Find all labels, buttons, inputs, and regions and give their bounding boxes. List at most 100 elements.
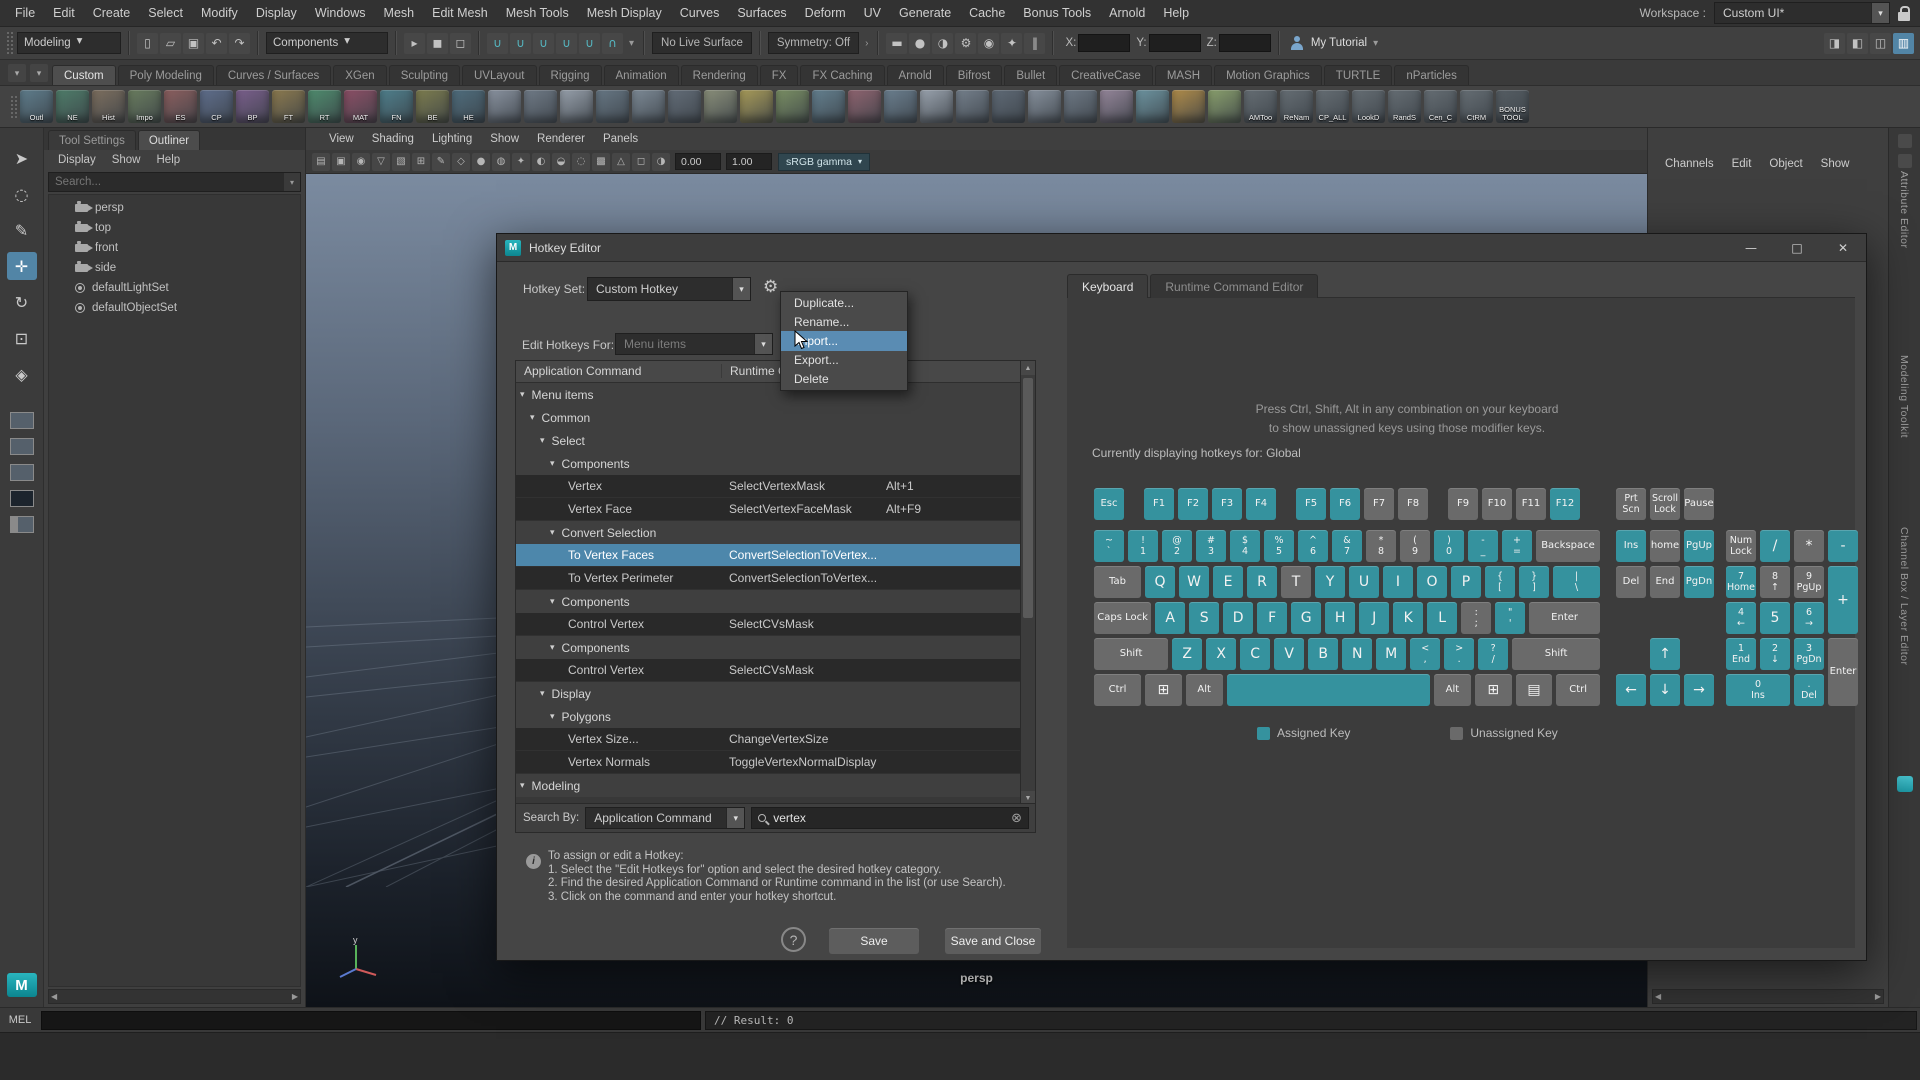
key-y[interactable]: Y bbox=[1315, 566, 1345, 598]
key-del[interactable]: Del bbox=[1616, 566, 1646, 598]
key-j[interactable]: J bbox=[1359, 602, 1389, 634]
expand-arrow-icon[interactable]: ▾ bbox=[550, 527, 555, 538]
select-tool[interactable]: ➤ bbox=[7, 144, 37, 172]
light-editor-icon[interactable]: ✦ bbox=[1001, 33, 1022, 54]
key-f5[interactable]: F5 bbox=[1296, 488, 1326, 520]
shelf-item-lookd[interactable]: LookD bbox=[1352, 90, 1385, 123]
menu-windows[interactable]: Windows bbox=[306, 0, 375, 27]
menu-edit[interactable]: Edit bbox=[44, 0, 84, 27]
shelf-item-fn[interactable]: FN bbox=[380, 90, 413, 123]
render-settings-icon[interactable]: ⚙ bbox=[955, 33, 976, 54]
shelf-item-icon[interactable] bbox=[632, 90, 665, 123]
key-item[interactable]: <, bbox=[1410, 638, 1440, 670]
use-all-lights-icon[interactable]: ✦ bbox=[512, 153, 530, 171]
search-input[interactable] bbox=[771, 810, 1006, 826]
layout-four-panes[interactable] bbox=[10, 490, 34, 507]
outliner-item-top[interactable]: top bbox=[49, 218, 300, 238]
open-scene-icon[interactable]: ▱ bbox=[160, 33, 181, 54]
shelf-tab-creativecase[interactable]: CreativeCase bbox=[1059, 65, 1153, 85]
multisample-aa-icon[interactable]: ▩ bbox=[592, 153, 610, 171]
shelf-item-icon[interactable] bbox=[1136, 90, 1169, 123]
maximize-button[interactable]: □ bbox=[1774, 234, 1820, 262]
scroll-right-icon[interactable]: ▶ bbox=[1875, 992, 1881, 1001]
menu-edit-mesh[interactable]: Edit Mesh bbox=[423, 0, 497, 27]
panel-tab-outliner[interactable]: Outliner bbox=[138, 130, 200, 150]
key-tab[interactable]: Tab bbox=[1094, 566, 1141, 598]
hotkey-row-to-vertex-perimeter[interactable]: To Vertex PerimeterConvertSelectionToVer… bbox=[516, 567, 1020, 590]
menu-modify[interactable]: Modify bbox=[192, 0, 247, 27]
shelf-item-renam[interactable]: ReNam bbox=[1280, 90, 1313, 123]
menu-create[interactable]: Create bbox=[84, 0, 140, 27]
key-num-lock[interactable]: NumLock bbox=[1726, 530, 1756, 562]
key-q[interactable]: Q bbox=[1145, 566, 1175, 598]
key-r[interactable]: R bbox=[1247, 566, 1277, 598]
key-4[interactable]: 4← bbox=[1726, 602, 1756, 634]
key-5[interactable]: 5 bbox=[1760, 602, 1790, 634]
key-s[interactable]: S bbox=[1189, 602, 1219, 634]
key-0[interactable]: )0 bbox=[1434, 530, 1464, 562]
channel-box-horizontal-scrollbar[interactable]: ◀ ▶ bbox=[1652, 989, 1884, 1004]
shelf-item-bp[interactable]: BP bbox=[236, 90, 269, 123]
textured-icon[interactable]: ◍ bbox=[492, 153, 510, 171]
key-end[interactable]: End bbox=[1650, 566, 1680, 598]
expand-arrow-icon[interactable]: ▾ bbox=[520, 780, 525, 791]
last-used-tool[interactable]: ◈ bbox=[7, 360, 37, 388]
shelf-tab-motion-graphics[interactable]: Motion Graphics bbox=[1214, 65, 1322, 85]
key-h[interactable]: H bbox=[1325, 602, 1355, 634]
rotate-tool[interactable]: ↻ bbox=[7, 288, 37, 316]
key-item[interactable]: → bbox=[1684, 674, 1714, 706]
shelf-item-icon[interactable] bbox=[1172, 90, 1205, 123]
shelf-tab-xgen[interactable]: XGen bbox=[333, 65, 386, 85]
show-channel-box-icon[interactable]: ◫ bbox=[1870, 33, 1891, 54]
key-menu[interactable]: ▤ bbox=[1516, 674, 1553, 706]
expand-arrow-icon[interactable]: ▾ bbox=[550, 458, 555, 469]
expand-arrow-icon[interactable]: ▾ bbox=[550, 711, 555, 722]
channel-box-menu-channels[interactable]: Channels bbox=[1656, 158, 1723, 170]
shelf-item-icon[interactable] bbox=[596, 90, 629, 123]
expand-arrow-icon[interactable]: ▾ bbox=[540, 435, 545, 446]
shelf-tab-nparticles[interactable]: nParticles bbox=[1394, 65, 1469, 85]
key-item[interactable]: :; bbox=[1461, 602, 1491, 634]
shelf-item-icon[interactable] bbox=[668, 90, 701, 123]
channel-box-menu-object[interactable]: Object bbox=[1760, 158, 1811, 170]
hotkey-row-vertex-normals[interactable]: Vertex NormalsToggleVertexNormalDisplay bbox=[516, 751, 1020, 774]
key-p[interactable]: P bbox=[1451, 566, 1481, 598]
chevron-right-icon[interactable]: › bbox=[863, 38, 870, 49]
shelf-item-icon[interactable] bbox=[776, 90, 809, 123]
shelf-tab-rendering[interactable]: Rendering bbox=[681, 65, 758, 85]
undo-icon[interactable]: ↶ bbox=[206, 33, 227, 54]
shelf-item-icon[interactable] bbox=[560, 90, 593, 123]
outliner-item-defaultobjectset[interactable]: defaultObjectSet bbox=[49, 298, 300, 318]
shelf-item-he[interactable]: HE bbox=[452, 90, 485, 123]
key-space[interactable] bbox=[1227, 674, 1430, 706]
coordinate-input[interactable] bbox=[1149, 34, 1201, 52]
outliner-search-input[interactable] bbox=[49, 175, 284, 189]
menu-deform[interactable]: Deform bbox=[796, 0, 855, 27]
scroll-left-icon[interactable]: ◀ bbox=[51, 992, 57, 1001]
sidebar-tab-attribute-editor[interactable]: Attribute Editor bbox=[1898, 171, 1910, 248]
shelf-item-hist[interactable]: Hist bbox=[92, 90, 125, 123]
shelf-item-icon[interactable] bbox=[920, 90, 953, 123]
shelf-item-icon[interactable] bbox=[848, 90, 881, 123]
key-1-end[interactable]: 1End bbox=[1726, 638, 1756, 670]
shelf-item-cp-all[interactable]: CP_ALL bbox=[1316, 90, 1349, 123]
view-transform-dropdown[interactable]: sRGB gamma ▾ bbox=[778, 153, 870, 171]
shelf-tab-arnold[interactable]: Arnold bbox=[887, 65, 944, 85]
shelf-item-icon[interactable] bbox=[704, 90, 737, 123]
key-del[interactable]: .Del bbox=[1794, 674, 1824, 706]
sidebar-tab-channel-box-layer-editor[interactable]: Channel Box / Layer Editor bbox=[1898, 527, 1910, 666]
hotkey-row-menu-items[interactable]: ▾Menu items bbox=[516, 383, 1020, 406]
outliner-item-defaultlightset[interactable]: defaultLightSet bbox=[49, 278, 300, 298]
viewport-menu-view[interactable]: View bbox=[320, 133, 363, 145]
hotkey-row-to-vertex-faces[interactable]: To Vertex FacesConvertSelectionToVertex.… bbox=[516, 544, 1020, 567]
menu-select[interactable]: Select bbox=[139, 0, 192, 27]
scale-tool[interactable]: ⊡ bbox=[7, 324, 37, 352]
make-object-live-icon[interactable]: ∩ bbox=[602, 33, 623, 54]
camera-attributes-icon[interactable]: ◉ bbox=[352, 153, 370, 171]
new-scene-icon[interactable]: ▯ bbox=[137, 33, 158, 54]
key-win[interactable]: ⊞ bbox=[1145, 674, 1182, 706]
shelf-item-bonus-tool[interactable]: BONUS TOOL bbox=[1496, 90, 1529, 123]
shelf-tab-curves-surfaces[interactable]: Curves / Surfaces bbox=[216, 65, 331, 85]
shelf-item-icon[interactable] bbox=[992, 90, 1025, 123]
key-i[interactable]: I bbox=[1383, 566, 1413, 598]
